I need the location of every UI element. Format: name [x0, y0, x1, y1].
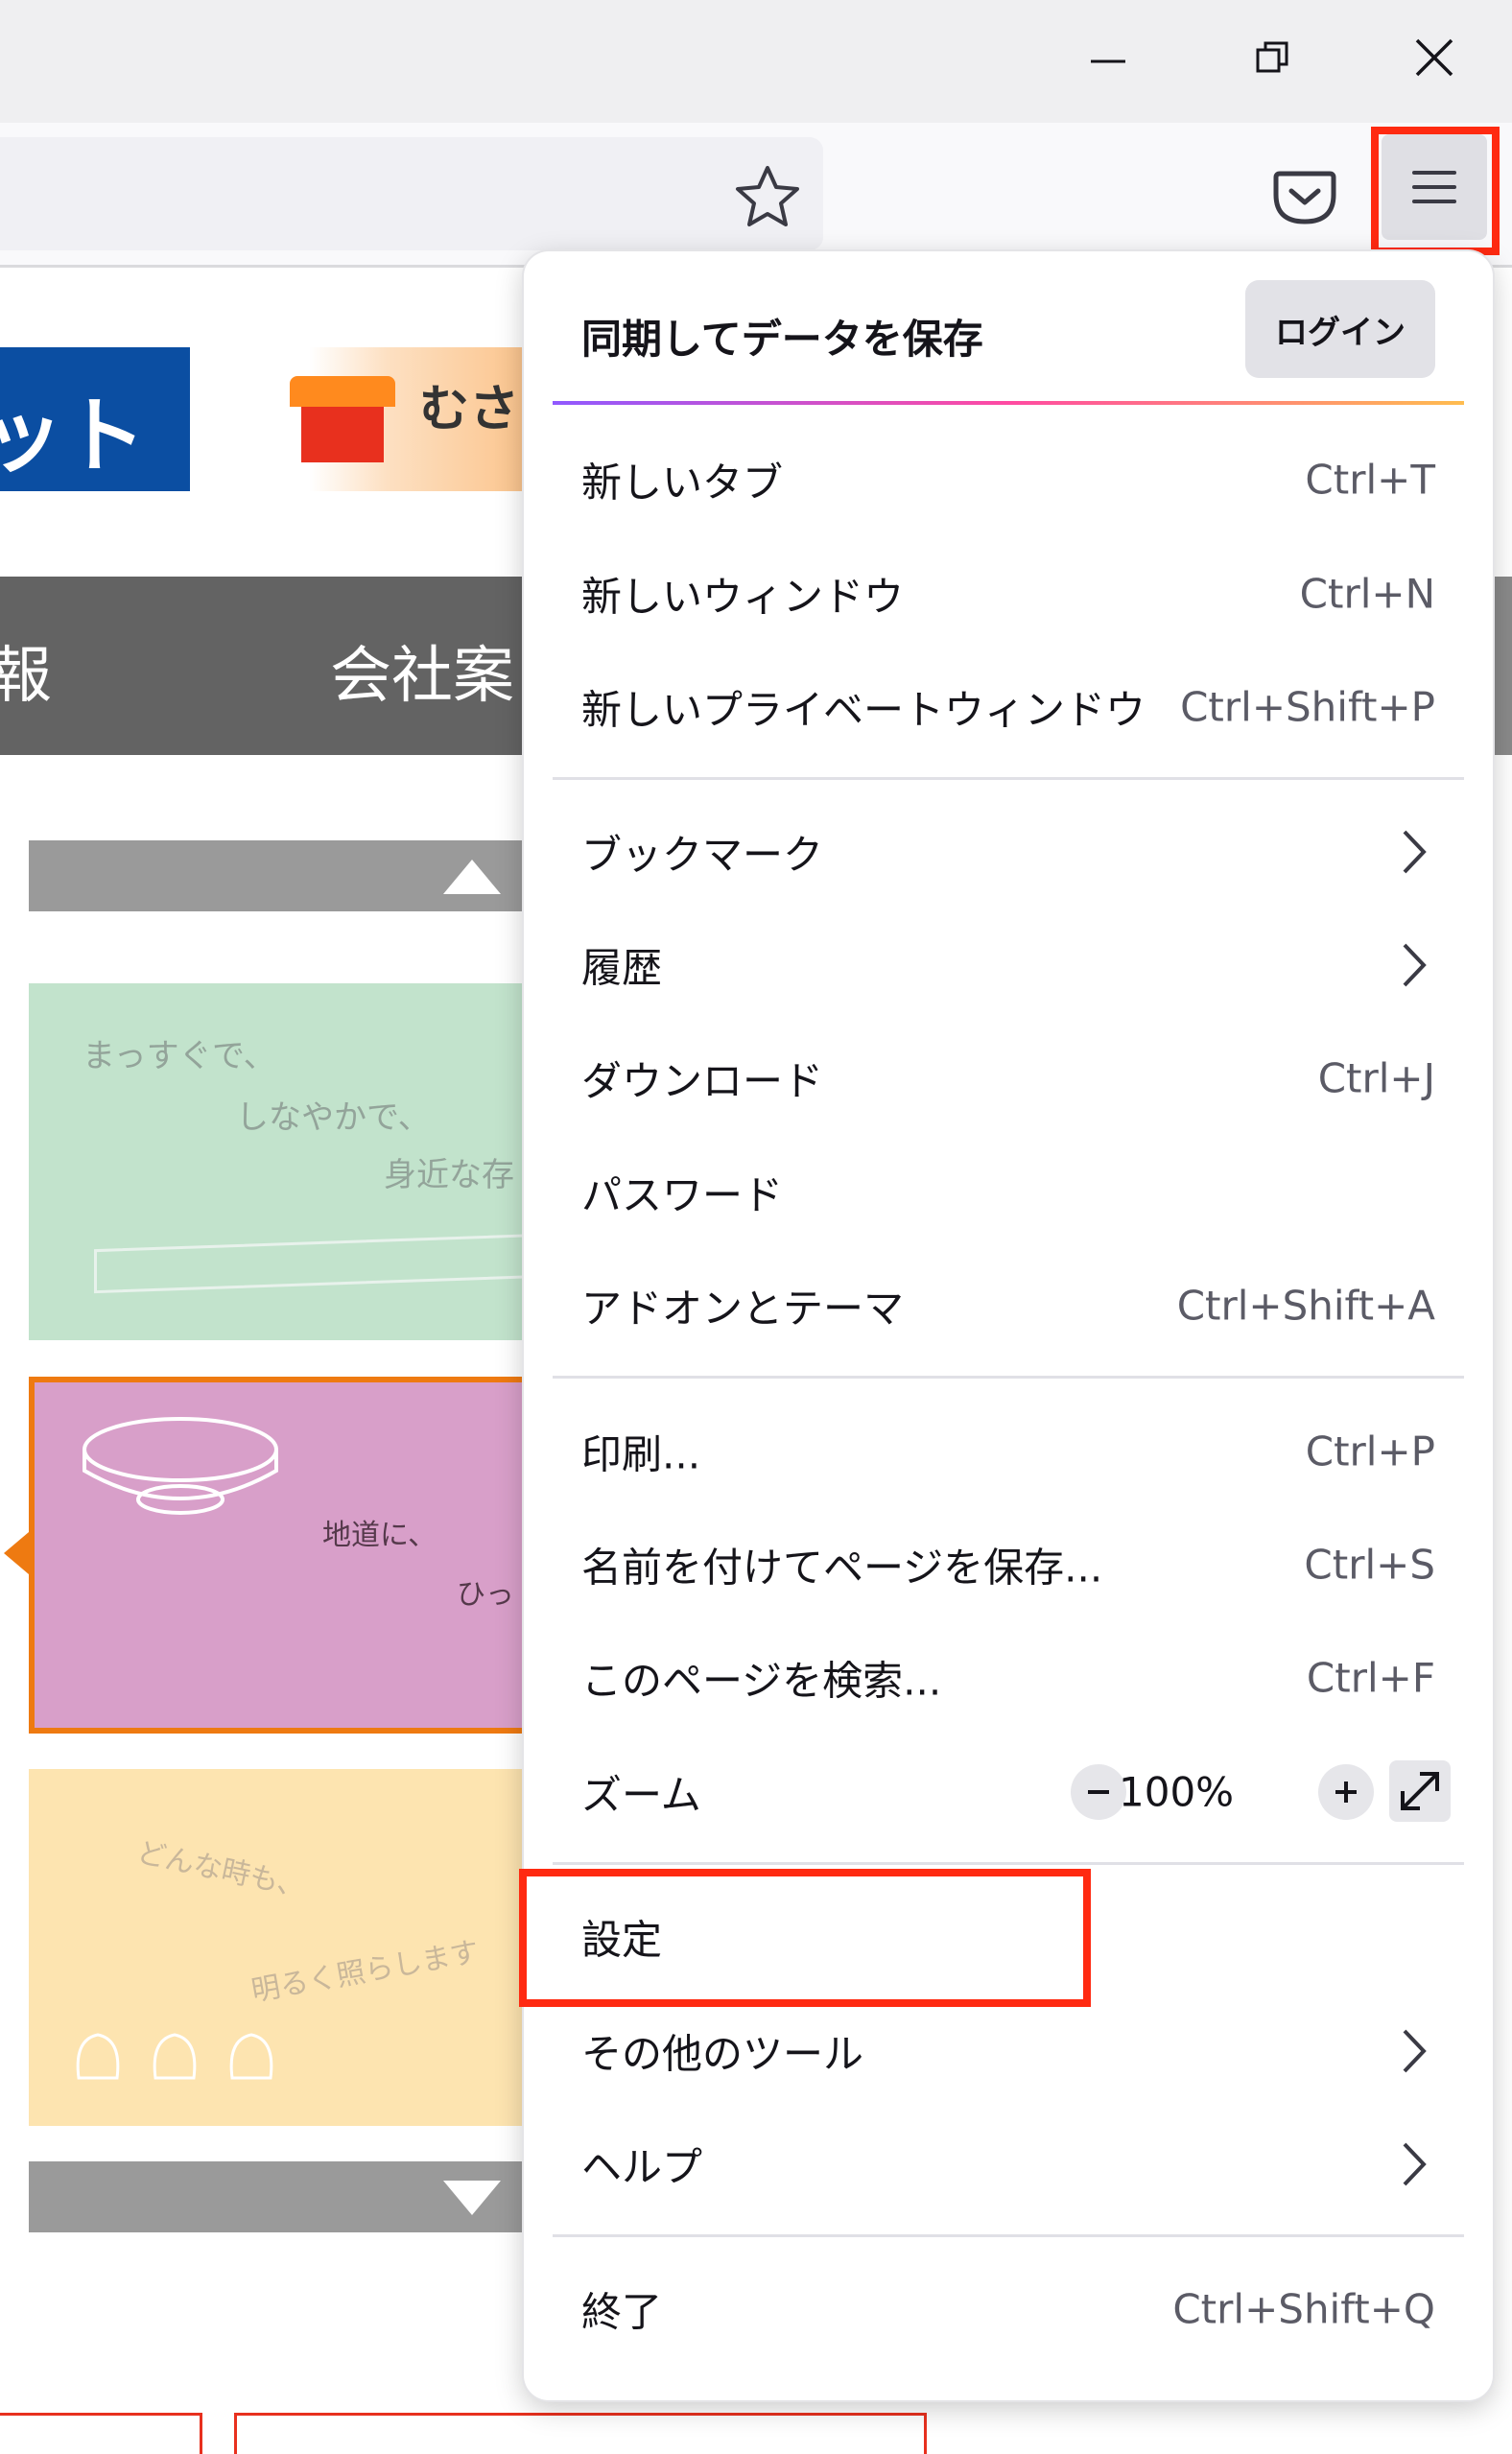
menu-item-addons-themes[interactable]: アドオンとテーマ Ctrl+Shift+A	[581, 1249, 1435, 1362]
menu-item-label: ブックマーク	[581, 831, 824, 879]
menu-item-save-page-as[interactable]: 名前を付けてページを保存... Ctrl+S	[581, 1508, 1435, 1621]
menu-item-shortcut: Ctrl+N	[1299, 570, 1435, 618]
card-text: ひっ	[457, 1578, 514, 1612]
page-scrollbar[interactable]	[1493, 577, 1512, 755]
lantern-logo-icon	[290, 376, 395, 462]
menu-item-shortcut: Ctrl+S	[1304, 1541, 1435, 1589]
card-text: 身近な存	[384, 1156, 514, 1194]
menu-item-shortcut: Ctrl+Shift+Q	[1172, 2285, 1435, 2333]
carousel-card-1[interactable]: まっすぐで、 しなやかで、 身近な存	[29, 983, 537, 1340]
menu-item-new-private-window[interactable]: 新しいプライベートウィンドウ Ctrl+Shift+P	[581, 650, 1435, 764]
card-text: まっすぐで、	[83, 1037, 276, 1075]
nav-item-company[interactable]: 会社案	[330, 626, 514, 715]
menu-item-passwords[interactable]: パスワード	[581, 1136, 1435, 1249]
menu-item-shortcut: Ctrl+T	[1305, 456, 1435, 504]
fullscreen-button[interactable]	[1389, 1760, 1451, 1822]
triangle-down-icon	[443, 2181, 501, 2215]
menu-item-zoom: ズーム 100%	[581, 1735, 1451, 1849]
menu-button-highlight	[1371, 127, 1500, 255]
chevron-right-icon	[1403, 943, 1427, 987]
sync-gradient-divider	[553, 401, 1464, 405]
bookmark-star-button[interactable]	[729, 158, 806, 235]
carousel-up-button[interactable]	[29, 840, 537, 911]
menu-item-bookmarks[interactable]: ブックマーク	[581, 795, 1435, 908]
card-text: どんな時も、	[133, 1835, 310, 1905]
menu-item-shortcut: Ctrl+Shift+P	[1180, 683, 1435, 731]
menu-item-label: その他のツール	[581, 2030, 864, 2078]
carousel-card-2-active[interactable]: 地道に、 ひっ	[29, 1377, 537, 1734]
menu-item-label: 終了	[581, 2288, 663, 2336]
pocket-button[interactable]	[1266, 158, 1343, 235]
menu-item-label: 新しいタブ	[581, 459, 784, 507]
restore-button[interactable]	[1220, 10, 1326, 106]
menu-item-label: パスワード	[581, 1171, 784, 1219]
menu-item-help[interactable]: ヘルプ	[581, 2108, 1435, 2221]
triangle-up-icon	[443, 860, 501, 894]
bookmark-star-icon	[736, 166, 799, 226]
menu-item-history[interactable]: 履歴	[581, 908, 1435, 1022]
minimize-icon	[1091, 59, 1125, 63]
menu-item-find-in-page[interactable]: このページを検索... Ctrl+F	[581, 1621, 1435, 1734]
menu-item-label: 新しいウィンドウ	[581, 573, 905, 621]
chevron-right-icon	[1403, 2029, 1427, 2073]
banner-logo[interactable]: むさ	[271, 347, 530, 491]
plus-icon	[1335, 1782, 1357, 1803]
close-icon	[1415, 38, 1453, 77]
menu-item-label: 履歴	[581, 944, 663, 992]
tulip-decoration-icon	[76, 2033, 273, 2080]
menu-item-quit[interactable]: 終了 Ctrl+Shift+Q	[581, 2253, 1435, 2366]
menu-item-shortcut: Ctrl+Shift+A	[1176, 1282, 1435, 1330]
menu-item-label: このページを検索...	[581, 1657, 942, 1705]
bottom-box	[0, 2413, 202, 2454]
menu-item-label: 名前を付けてページを保存...	[581, 1544, 1103, 1592]
bottom-box	[234, 2413, 927, 2454]
nav-item[interactable]: 報	[0, 626, 52, 715]
active-indicator-arrow	[4, 1532, 29, 1574]
settings-highlight	[519, 1869, 1091, 2007]
sync-label: 同期してデータを保存	[581, 316, 983, 363]
menu-item-label: ヘルプ	[581, 2143, 703, 2191]
menu-item-shortcut: Ctrl+F	[1306, 1654, 1435, 1702]
banner-blue[interactable]: ット	[0, 347, 190, 491]
app-menu-panel: 同期してデータを保存 ログイン 新しいタブ Ctrl+T 新しいウィンドウ Ct…	[524, 251, 1493, 2400]
card-text: しなやかで、	[236, 1098, 431, 1137]
menu-item-downloads[interactable]: ダウンロード Ctrl+J	[581, 1022, 1435, 1135]
login-button[interactable]: ログイン	[1245, 280, 1435, 378]
logo-text: むさ	[419, 381, 520, 438]
minus-icon	[1088, 1790, 1109, 1794]
menu-item-label: 印刷...	[581, 1430, 701, 1478]
menu-item-new-tab[interactable]: 新しいタブ Ctrl+T	[581, 423, 1435, 536]
url-bar[interactable]	[0, 137, 823, 250]
ceiling-light-icon	[83, 1417, 278, 1515]
banner-text: ット	[0, 389, 146, 484]
menu-item-label: 新しいプライベートウィンドウ	[581, 686, 1146, 734]
menu-item-more-tools[interactable]: その他のツール	[581, 1994, 1435, 2108]
menu-item-new-window[interactable]: 新しいウィンドウ Ctrl+N	[581, 537, 1435, 650]
minimize-button[interactable]	[1055, 10, 1161, 106]
chevron-right-icon	[1403, 830, 1427, 874]
pocket-icon	[1273, 171, 1336, 224]
carousel-down-button[interactable]	[29, 2161, 537, 2232]
card-text: 地道に、	[322, 1519, 437, 1552]
fullscreen-arrows-icon	[1401, 1772, 1439, 1810]
close-window-button[interactable]	[1382, 10, 1487, 106]
restore-icon	[1256, 41, 1288, 73]
menu-item-print[interactable]: 印刷... Ctrl+P	[581, 1395, 1435, 1508]
decorative-frame	[94, 1231, 537, 1294]
menu-item-label: ダウンロード	[581, 1057, 824, 1105]
menu-separator	[553, 1376, 1464, 1379]
menu-item-label: アドオンとテーマ	[581, 1285, 905, 1333]
card-text: 明るく照らします	[248, 1935, 482, 2009]
menu-separator	[553, 777, 1464, 780]
menu-item-label: ズーム	[581, 1771, 701, 1819]
chevron-right-icon	[1403, 2142, 1427, 2186]
menu-item-shortcut: Ctrl+J	[1317, 1054, 1435, 1102]
zoom-in-button[interactable]	[1318, 1764, 1374, 1820]
carousel-card-3[interactable]: どんな時も、 明るく照らします	[29, 1769, 537, 2126]
menu-separator	[553, 1862, 1464, 1865]
zoom-level[interactable]: 100%	[1119, 1769, 1234, 1816]
menu-item-shortcut: Ctrl+P	[1305, 1428, 1435, 1475]
menu-separator	[553, 2234, 1464, 2237]
